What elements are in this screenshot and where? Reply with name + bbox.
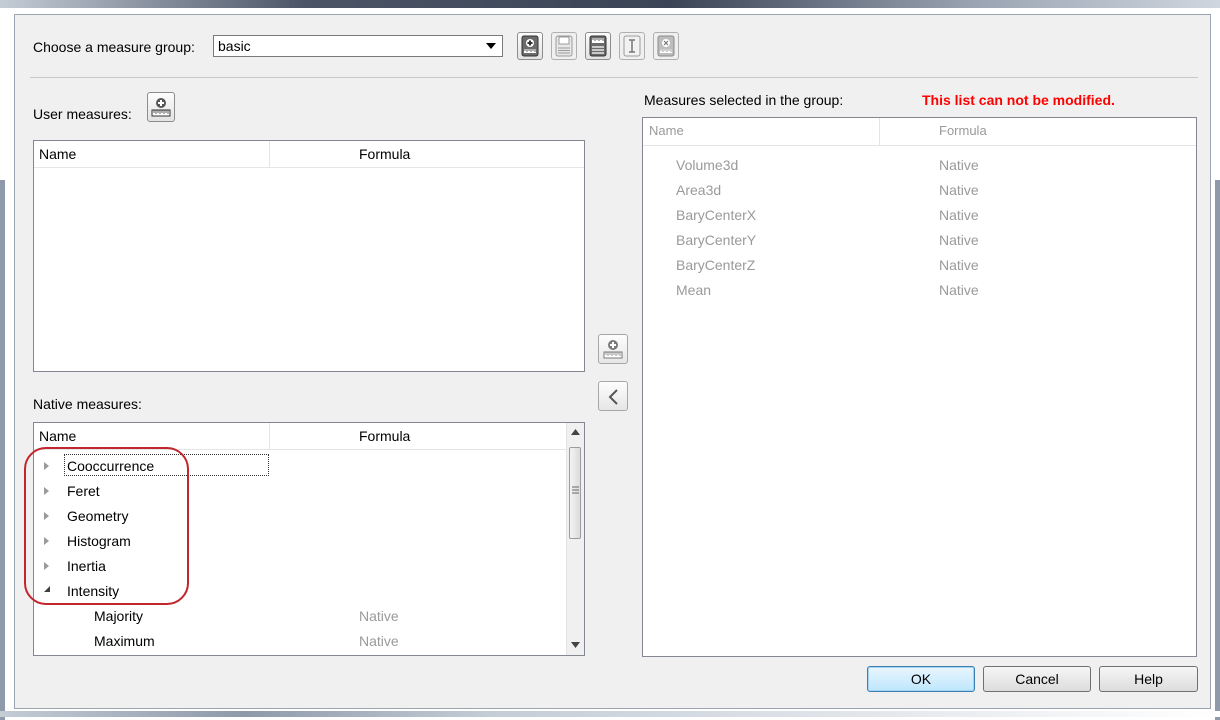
add-measure-icon — [151, 98, 171, 117]
rename-button[interactable] — [619, 32, 645, 60]
delete-group-icon — [657, 35, 675, 57]
tree-child-maximum-formula: Native — [359, 633, 399, 649]
selected-formula-column-header[interactable]: Formula — [939, 123, 987, 138]
selected-measures-table[interactable]: Name Formula Volume3d Native Area3d Nati… — [642, 117, 1197, 657]
selected-measures-header: Name Formula — [643, 118, 1196, 146]
new-group-button[interactable] — [517, 32, 543, 60]
rename-icon — [623, 35, 641, 57]
annotation-oval — [24, 447, 189, 605]
save-icon — [555, 35, 573, 57]
grip-icon — [572, 486, 579, 494]
selected-name-column-header[interactable]: Name — [649, 123, 684, 138]
save-button[interactable] — [551, 32, 577, 60]
measure-group-value: basic — [218, 38, 251, 54]
column-divider — [269, 423, 270, 450]
chevron-down-icon — [486, 43, 496, 49]
save-as-button[interactable] — [585, 32, 611, 60]
remove-from-group-button[interactable] — [598, 381, 628, 411]
selected-row-formula: Native — [939, 157, 979, 173]
selected-measures-label: Measures selected in the group: — [644, 92, 844, 108]
selected-row-name: BaryCenterZ — [676, 257, 756, 273]
add-to-group-button[interactable] — [598, 334, 628, 364]
chevron-left-icon — [608, 389, 618, 405]
native-name-column-header[interactable]: Name — [39, 428, 76, 444]
selected-row-name: Area3d — [676, 182, 722, 198]
native-measures-header: Name Formula — [34, 423, 569, 450]
selected-row-formula: Native — [939, 207, 979, 223]
toolbar-separator — [30, 77, 1198, 78]
ok-button[interactable]: OK — [867, 666, 975, 692]
window-right-border — [1215, 180, 1220, 720]
tree-child-majority-formula: Native — [359, 608, 399, 624]
window-top-border — [0, 0, 1220, 8]
add-to-group-icon — [603, 340, 623, 359]
tree-child-majority[interactable]: Majority — [94, 608, 143, 624]
save-as-icon — [589, 35, 607, 57]
column-divider — [269, 141, 270, 168]
scrollbar-thumb[interactable] — [569, 447, 581, 539]
scroll-down-icon[interactable] — [571, 642, 580, 648]
selected-row-name: Volume3d — [676, 157, 739, 173]
window-bottom-border — [0, 711, 1220, 717]
selected-row-name: BaryCenterY — [676, 232, 757, 248]
selected-row-name: Mean — [676, 282, 712, 298]
add-user-measure-button[interactable] — [147, 92, 175, 122]
user-formula-column-header[interactable]: Formula — [359, 146, 410, 162]
help-button[interactable]: Help — [1099, 666, 1198, 692]
selected-row-formula: Native — [939, 182, 979, 198]
new-group-icon — [521, 35, 539, 57]
delete-group-button[interactable] — [653, 32, 679, 60]
user-name-column-header[interactable]: Name — [39, 146, 76, 162]
cancel-button[interactable]: Cancel — [983, 666, 1091, 692]
user-measures-header: Name Formula — [34, 141, 584, 168]
window-left-border — [0, 180, 5, 720]
tree-child-maximum[interactable]: Maximum — [94, 633, 155, 649]
user-measures-table[interactable]: Name Formula — [33, 140, 585, 372]
selected-row-formula: Native — [939, 257, 979, 273]
selected-row-name: BaryCenterX — [676, 207, 757, 223]
native-measures-label: Native measures: — [33, 396, 142, 412]
native-measures-scrollbar[interactable] — [566, 423, 584, 655]
column-divider — [879, 118, 880, 145]
selected-row-formula: Native — [939, 232, 979, 248]
user-measures-label: User measures: — [33, 106, 132, 122]
scroll-up-icon[interactable] — [571, 429, 580, 435]
measure-group-label: Choose a measure group: — [33, 39, 195, 55]
native-formula-column-header[interactable]: Formula — [359, 428, 410, 444]
selected-row-formula: Native — [939, 282, 979, 298]
measure-group-select[interactable]: basic — [213, 35, 503, 57]
readonly-warning: This list can not be modified. — [922, 92, 1115, 108]
